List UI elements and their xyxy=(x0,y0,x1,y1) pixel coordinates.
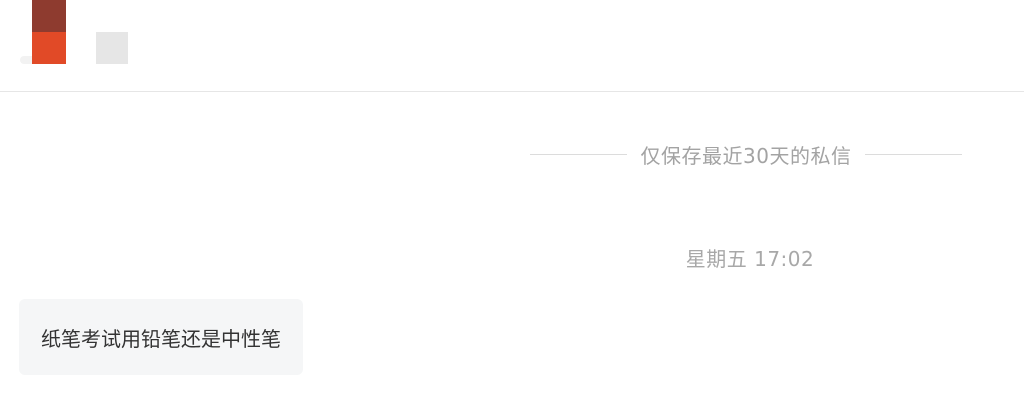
retention-notice: 仅保存最近30天的私信 xyxy=(530,141,963,168)
avatar-top-block xyxy=(32,0,66,32)
notice-divider-right xyxy=(865,153,963,155)
message-timestamp: 星期五 17:02 xyxy=(685,247,815,271)
notice-divider-left xyxy=(530,153,627,155)
message-text: 纸笔考试用铅笔还是中性笔 xyxy=(41,326,281,351)
message-bubble[interactable]: 纸笔考试用铅笔还是中性笔 xyxy=(19,299,303,375)
avatar-shadow xyxy=(20,56,32,64)
avatar[interactable] xyxy=(20,0,66,64)
chat-header xyxy=(0,0,1024,92)
contact-name-placeholder xyxy=(96,32,128,64)
avatar-bottom-block xyxy=(32,32,66,64)
retention-notice-text: 仅保存最近30天的私信 xyxy=(640,143,852,168)
